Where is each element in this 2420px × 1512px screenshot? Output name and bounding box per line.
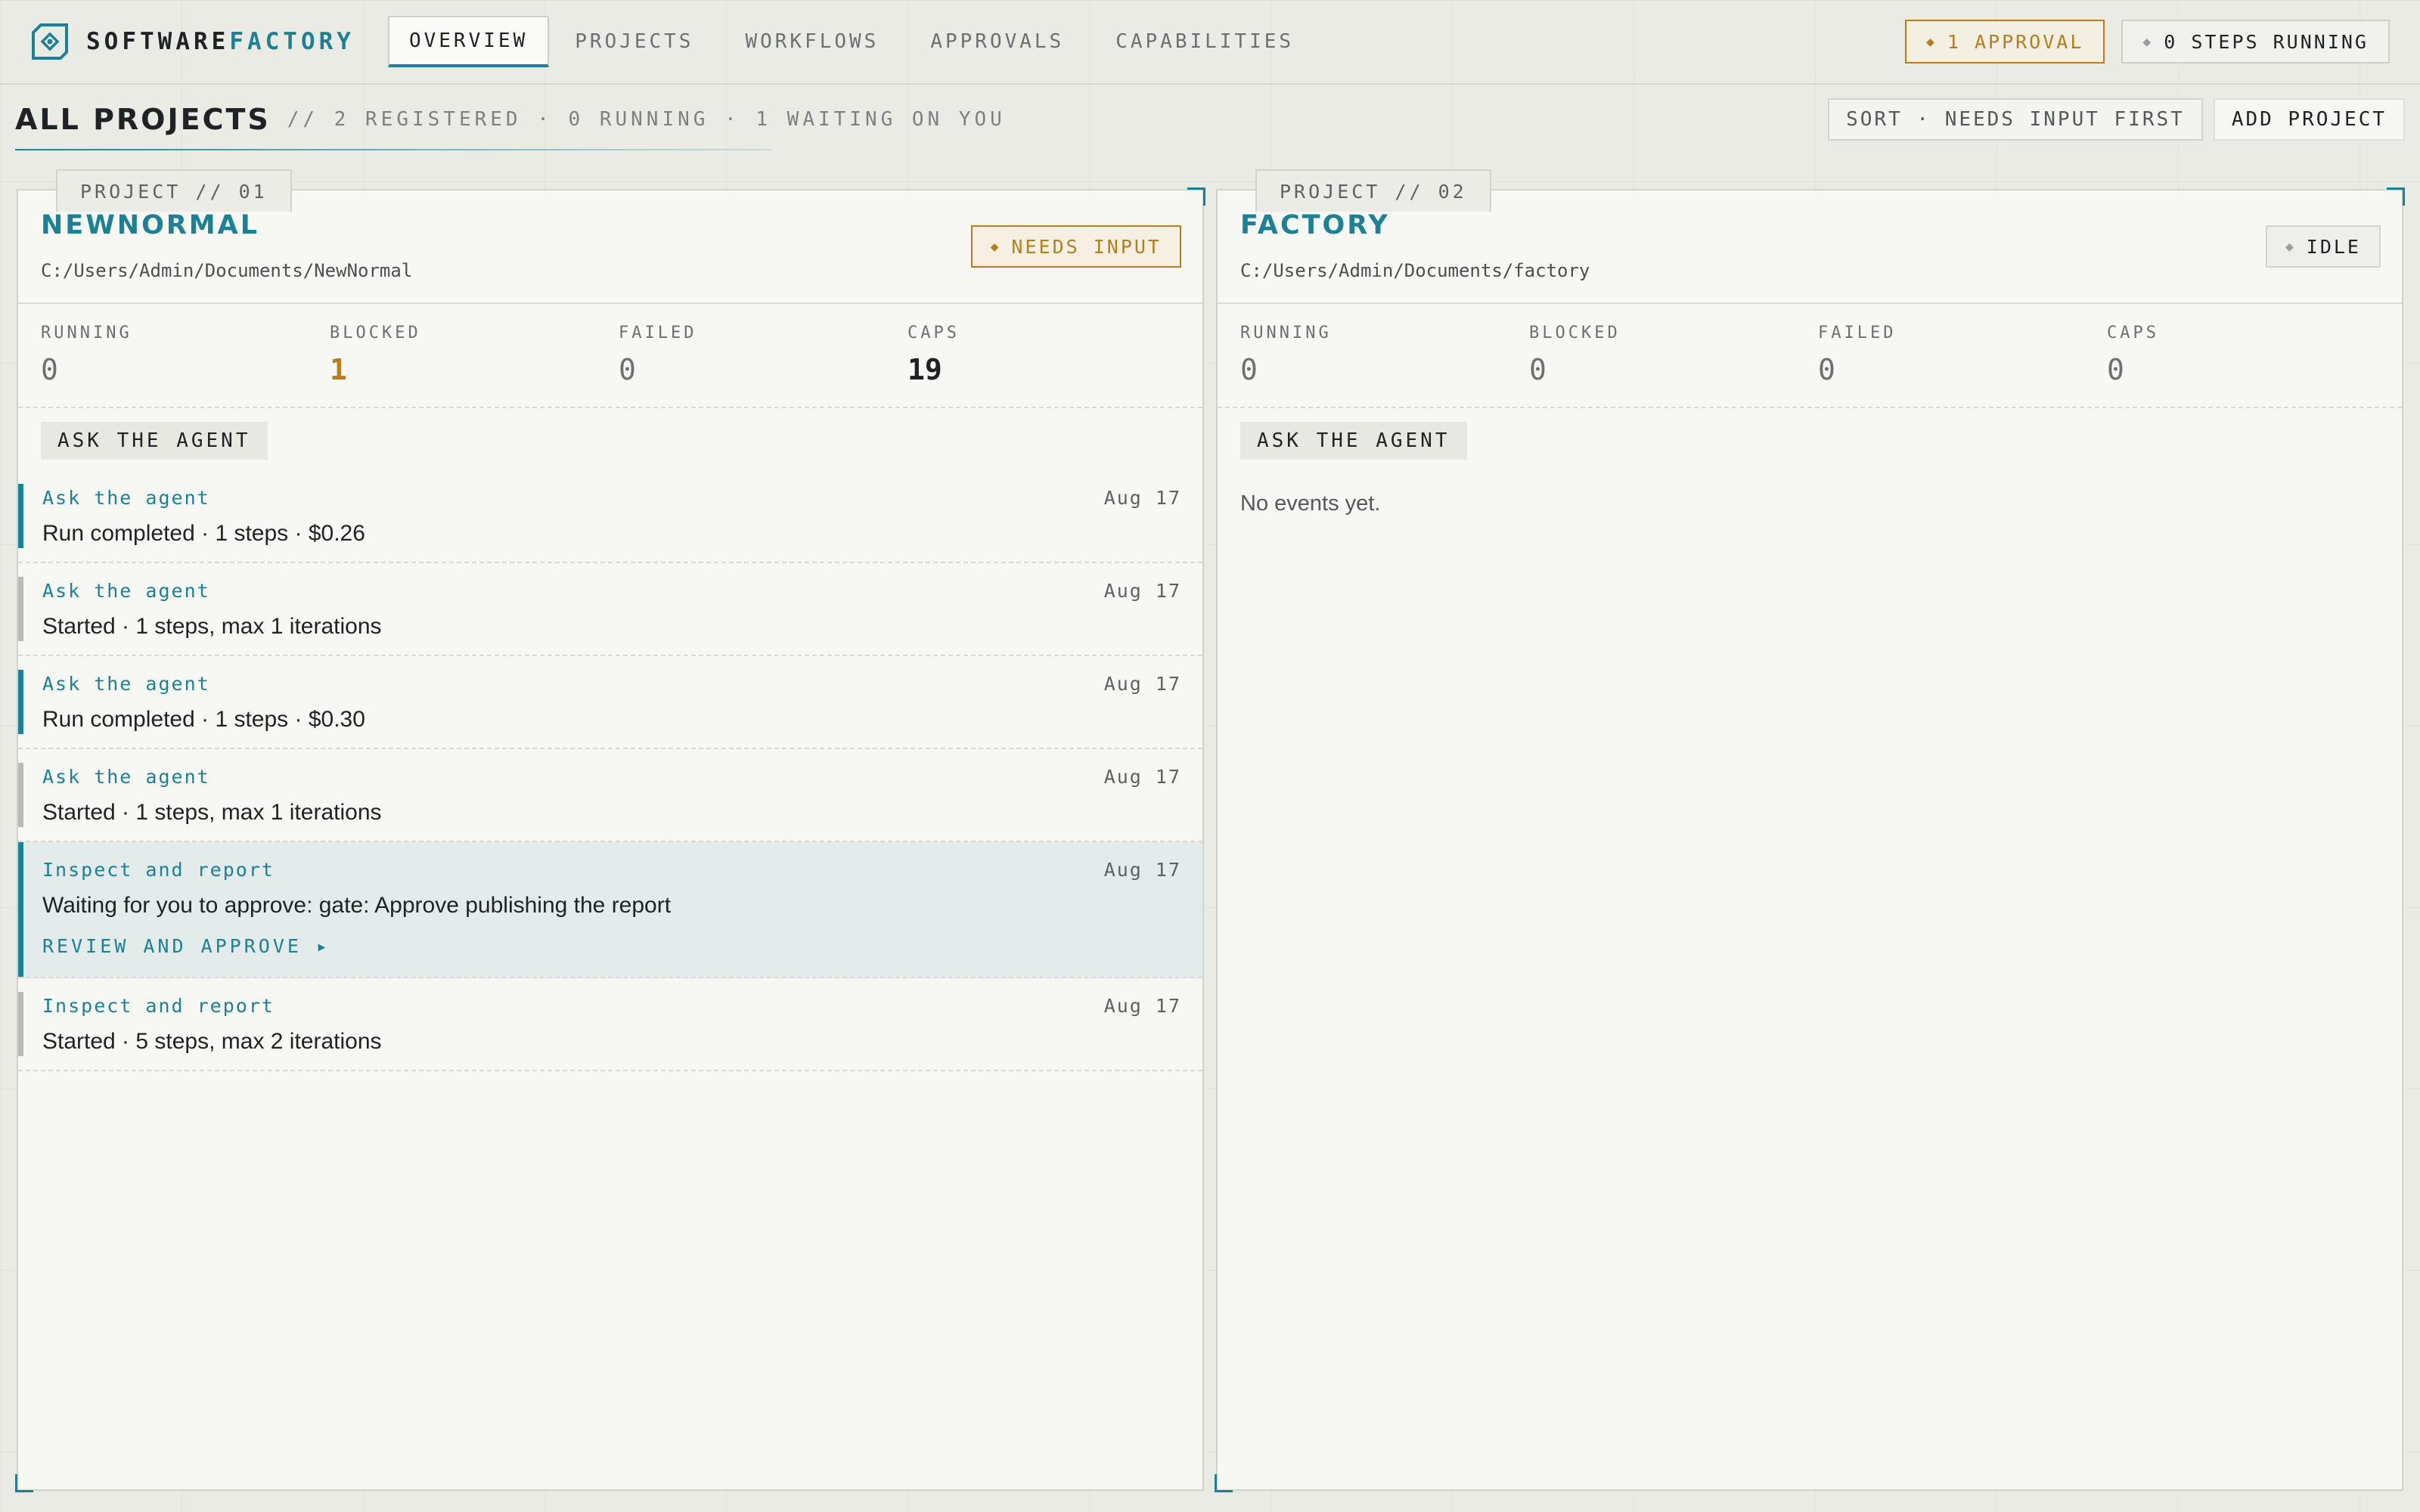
tab-overview[interactable]: OVERVIEW [387, 16, 550, 67]
event-marker [18, 670, 23, 734]
diamond-icon: ◆ [2285, 238, 2296, 255]
page-title: ALL PROJECTS [15, 103, 271, 136]
list-item[interactable]: Ask the agent Aug 17 Started · 1 steps, … [18, 749, 1202, 842]
ask-the-agent-button[interactable]: ASK THE AGENT [41, 422, 268, 460]
add-project-button[interactable]: ADD PROJECT [2213, 98, 2405, 141]
status-badge[interactable]: ◆ NEEDS INPUT [970, 225, 1181, 268]
list-item[interactable]: Ask the agent Aug 17 Started · 1 steps, … [18, 563, 1202, 656]
stat-label: RUNNING [1240, 324, 1332, 342]
corner-mark [2387, 187, 2405, 206]
event-date: Aug 17 [1103, 859, 1181, 881]
event-text: Started · 5 steps, max 2 iterations [42, 1029, 382, 1054]
steps-running-pill[interactable]: ◆ 0 STEPS RUNNING [2121, 20, 2390, 64]
event-marker [18, 484, 23, 548]
status-label: IDLE [2306, 235, 2361, 258]
project-name[interactable]: FACTORY [1240, 210, 2381, 240]
stat-failed: FAILED 0 [619, 304, 908, 407]
list-item[interactable]: Inspect and report Aug 17 Started · 5 st… [18, 978, 1202, 1071]
stat-label: CAPS [2107, 324, 2159, 342]
stat-failed: FAILED 0 [1818, 304, 2107, 407]
event-date: Aug 17 [1103, 766, 1181, 788]
event-marker [18, 763, 23, 827]
stat-label: BLOCKED [1529, 324, 1621, 342]
event-date: Aug 17 [1103, 995, 1181, 1017]
project-card-factory[interactable]: PROJECT // 02 FACTORY C:/Users/Admin/Doc… [1215, 169, 2405, 1492]
stat-label: BLOCKED [330, 324, 421, 342]
corner-mark [1215, 1474, 1233, 1492]
stat-value: 0 [1818, 353, 1835, 386]
stat-value: 0 [1529, 353, 1547, 386]
empty-events-message: No events yet. [1240, 491, 1381, 516]
brand-logo[interactable]: SOFTWAREFACTORY [30, 22, 355, 61]
ask-the-agent-button[interactable]: ASK THE AGENT [1240, 422, 1467, 460]
stat-label: RUNNING [41, 324, 132, 342]
page-header: ALL PROJECTS // 2 REGISTERED · 0 RUNNING… [15, 86, 2405, 153]
list-item[interactable]: Ask the agent Aug 17 Run completed · 1 s… [18, 656, 1202, 749]
event-text: Run completed · 1 steps · $0.30 [42, 707, 365, 732]
event-source: Ask the agent [42, 673, 210, 695]
list-item[interactable]: Ask the agent Aug 17 Run completed · 1 s… [18, 470, 1202, 563]
stat-blocked: BLOCKED 1 [330, 304, 619, 407]
stat-value: 0 [1240, 353, 1258, 386]
top-bar: SOFTWAREFACTORY OVERVIEW PROJECTS WORKFL… [0, 0, 2420, 85]
event-date: Aug 17 [1103, 580, 1181, 602]
event-source: Ask the agent [42, 766, 210, 788]
factory-logo-icon [32, 23, 68, 60]
tab-projects[interactable]: PROJECTS [549, 16, 719, 67]
event-text: Started · 1 steps, max 1 iterations [42, 800, 382, 825]
stat-blocked: BLOCKED 0 [1529, 304, 1818, 407]
stat-running: RUNNING 0 [41, 304, 330, 407]
stat-caps: CAPS 19 [908, 304, 1196, 407]
main-nav: OVERVIEW PROJECTS WORKFLOWS APPROVALS CA… [387, 0, 1320, 84]
corner-mark [1187, 187, 1205, 206]
diamond-icon: ◆ [2142, 33, 2154, 50]
event-source: Inspect and report [42, 859, 275, 881]
stat-value: 0 [2107, 353, 2124, 386]
approvals-count: 1 APPROVAL [1947, 30, 2084, 53]
event-list: Ask the agent Aug 17 Run completed · 1 s… [18, 470, 1202, 1071]
project-stats: RUNNING 0 BLOCKED 0 FAILED 0 CAPS 0 [1218, 302, 2402, 408]
corner-mark [15, 1474, 33, 1492]
event-date: Aug 17 [1103, 487, 1181, 509]
event-text: Waiting for you to approve: gate: Approv… [42, 893, 672, 918]
project-tab-label: PROJECT // 02 [1255, 169, 1491, 212]
event-marker [18, 992, 23, 1056]
project-stats: RUNNING 0 BLOCKED 1 FAILED 0 CAPS 19 [18, 302, 1202, 408]
project-card-newnormal[interactable]: PROJECT // 01 NEWNORMAL C:/Users/Admin/D… [15, 169, 1205, 1492]
event-date: Aug 17 [1103, 673, 1181, 695]
status-badge[interactable]: ◆ IDLE [2265, 225, 2381, 268]
project-path: C:/Users/Admin/Documents/factory [1240, 260, 1590, 281]
stat-value: 19 [908, 353, 942, 386]
diamond-icon: ◆ [1926, 33, 1937, 50]
stat-value: 0 [619, 353, 636, 386]
tab-capabilities[interactable]: CAPABILITIES [1090, 16, 1320, 67]
diamond-icon: ◆ [990, 238, 1001, 255]
event-marker [18, 577, 23, 641]
stat-label: CAPS [908, 324, 960, 342]
sort-button[interactable]: SORT · NEEDS INPUT FIRST [1828, 98, 2203, 141]
status-label: NEEDS INPUT [1011, 235, 1162, 258]
stat-label: FAILED [1818, 324, 1897, 342]
event-text: Started · 1 steps, max 1 iterations [42, 614, 382, 639]
event-source: Inspect and report [42, 995, 275, 1017]
event-text: Run completed · 1 steps · $0.26 [42, 521, 365, 546]
approvals-pill[interactable]: ◆ 1 APPROVAL [1905, 20, 2105, 64]
projects-summary: // 2 REGISTERED · 0 RUNNING · 1 WAITING … [287, 108, 1006, 131]
tab-workflows[interactable]: WORKFLOWS [719, 16, 904, 67]
steps-running-count: 0 STEPS RUNNING [2164, 30, 2369, 53]
stat-label: FAILED [619, 324, 697, 342]
stat-value: 0 [41, 353, 58, 386]
tab-approvals[interactable]: APPROVALS [904, 16, 1090, 67]
project-tab-label: PROJECT // 01 [56, 169, 292, 212]
event-source: Ask the agent [42, 580, 210, 602]
review-and-approve-link[interactable]: REVIEW AND APPROVE ▸ [42, 935, 1181, 957]
stat-running: RUNNING 0 [1240, 304, 1529, 407]
stat-value: 1 [330, 353, 347, 386]
event-source: Ask the agent [42, 487, 210, 509]
stat-caps: CAPS 0 [2107, 304, 2396, 407]
list-item-pending-approval[interactable]: Inspect and report Aug 17 Waiting for yo… [18, 842, 1202, 978]
event-marker [18, 842, 23, 977]
brand-name: SOFTWAREFACTORY [86, 28, 355, 55]
header-divider [15, 149, 771, 150]
